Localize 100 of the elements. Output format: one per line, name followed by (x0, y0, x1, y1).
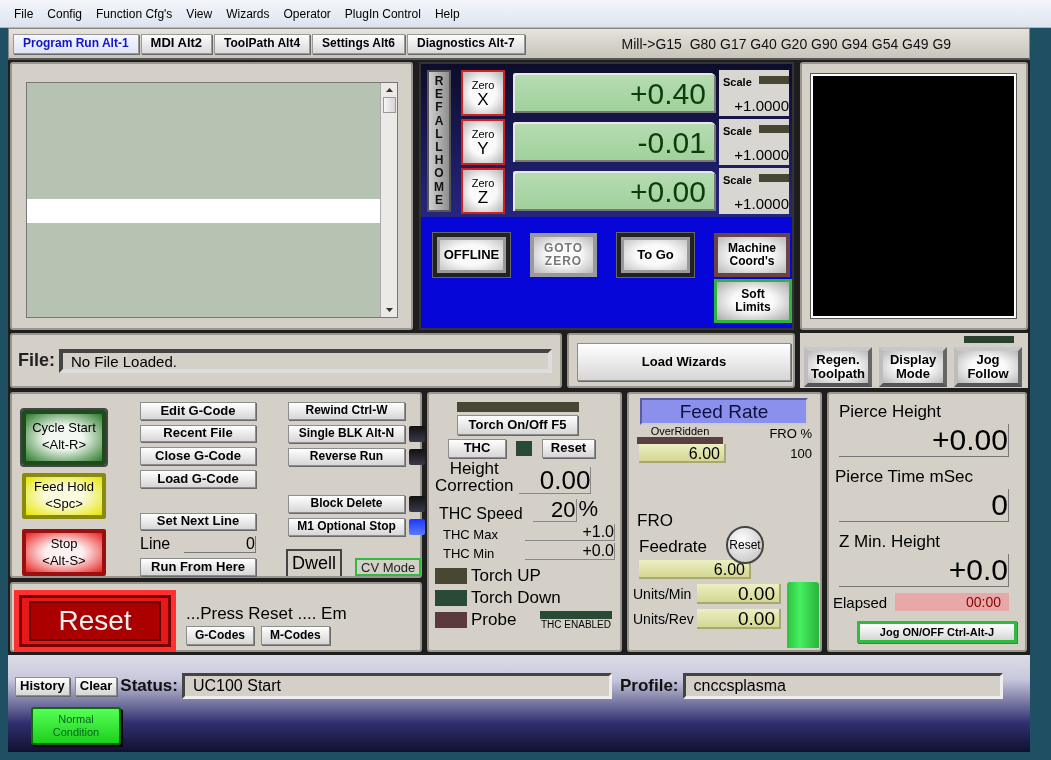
scale-box: Scale +1.0000 (719, 119, 789, 165)
feedrate-field[interactable]: 6.00 (639, 560, 751, 579)
profile-label: Profile: (619, 676, 679, 696)
field-label: Z Min. Height (839, 532, 942, 552)
tab[interactable]: Settings Alt6 (312, 33, 405, 54)
indicator-label: Torch UP (471, 566, 541, 586)
tab[interactable]: Diagnostics Alt-7 (407, 33, 525, 54)
toggle-button[interactable]: M1 Optional Stop (288, 518, 405, 536)
value-field[interactable]: +0.00 (839, 424, 1009, 457)
file-button[interactable]: Recent File (140, 424, 256, 443)
scale-box: Scale +1.0000 (719, 70, 789, 116)
cycle-start-button[interactable]: Cycle Start <Alt-R> (22, 410, 106, 465)
scale-box: Scale +1.0000 (719, 168, 789, 214)
status-message: ...Press Reset .... Em (186, 604, 347, 624)
field-label: THC Min (443, 547, 495, 560)
tab[interactable]: Program Run Alt-1 (13, 33, 139, 54)
elapsed-field: 00:00 (895, 593, 1009, 611)
menu-item[interactable]: Help (427, 7, 467, 21)
zero-button[interactable]: Zero Z (461, 168, 505, 214)
value-field[interactable]: 20 (532, 499, 577, 522)
indicator-label: OverRidden (650, 426, 710, 437)
view-button[interactable]: Regen. Toolpath (804, 347, 872, 387)
condition-button[interactable]: Normal Condition (31, 707, 121, 745)
jog-toggle-button[interactable]: Jog ON/OFF Ctrl-Alt-J (857, 621, 1017, 643)
load-wizards-button[interactable]: Load Wizards (577, 343, 791, 381)
toggle-button[interactable]: Reverse Run (288, 448, 405, 466)
profile-field: cnccsplasma (682, 673, 1003, 699)
dro-button[interactable]: To Go (617, 233, 694, 277)
menu-item[interactable]: PlugIn Control (337, 7, 428, 21)
value-field[interactable]: 0 (839, 489, 1009, 522)
history-button[interactable]: History (15, 676, 70, 696)
zero-button[interactable]: Zero X (461, 70, 505, 116)
modal-status-text: Mill->G15 G80 G17 G40 G20 G90 G94 G54 G49 G9 (621, 35, 952, 52)
line-field[interactable]: 0 (184, 536, 256, 554)
field-label: THC Max (443, 528, 498, 541)
units-label: Units/Min (633, 586, 693, 602)
indicator-label: Probe (471, 610, 517, 630)
file-label: File: (18, 350, 55, 371)
menu-item[interactable]: Wizards (219, 7, 277, 21)
zero-button[interactable]: Zero Y (461, 119, 505, 165)
cv-mode-indicator: CV Mode (355, 558, 422, 576)
units-rev-field: 0.00 (697, 609, 781, 629)
ref-all-home-button[interactable]: REF ALL HOME (427, 70, 451, 212)
fro-percent-label: FRO % (769, 426, 812, 443)
torch-button[interactable]: Torch On/Off F5 (457, 415, 578, 435)
file-button[interactable]: Close G-Code (140, 447, 256, 466)
soft-limits-button[interactable]: Soft Limits (714, 279, 792, 323)
indicator-label: THC ENABLED (541, 619, 611, 630)
thc-button[interactable]: THC (448, 439, 506, 458)
menu-item[interactable]: Config (40, 7, 90, 21)
programmed-feed-field: 6.00 (639, 444, 726, 463)
value-field[interactable]: +1.0 (525, 524, 615, 541)
line-label: Line (140, 535, 171, 554)
axis-readout: -0.01 (513, 122, 716, 162)
clear-button[interactable]: Clear (74, 676, 118, 696)
field-label: Pierce Height (839, 402, 943, 422)
menu-item[interactable]: Operator (276, 7, 338, 21)
units-min-field: 0.00 (697, 584, 781, 604)
set-next-line-button[interactable]: Set Next Line (140, 512, 256, 531)
field-label: THC Speed (439, 506, 523, 522)
axis-readout: +0.40 (513, 73, 716, 113)
toggle-button[interactable]: Rewind Ctrl-W (288, 402, 405, 420)
fro-label: FRO (637, 511, 674, 531)
menu-item[interactable]: View (179, 7, 220, 21)
view-button[interactable]: Jog Follow (954, 347, 1022, 387)
menu-item[interactable]: File (7, 7, 41, 21)
elapsed-label: Elapsed (833, 593, 888, 611)
dro-button[interactable]: Machine Coord's (714, 233, 790, 277)
toggle-button[interactable]: Single BLK Alt-N (288, 425, 405, 443)
fro-reset-button[interactable]: Reset (726, 526, 764, 564)
units-label: Units/Rev (633, 611, 695, 627)
value-field[interactable]: 0.00 (519, 467, 592, 494)
fro-value: 100 (790, 446, 812, 461)
file-button[interactable]: Load G-Code (140, 470, 256, 488)
field-label: Height Correction (435, 460, 514, 494)
reset-button[interactable]: Reset (14, 590, 176, 652)
tab[interactable]: ToolPath Alt4 (214, 33, 311, 54)
value-field[interactable]: +0.0 (839, 554, 1009, 587)
run-from-here-button[interactable]: Run From Here (140, 558, 256, 577)
tab[interactable]: MDI Alt2 (140, 33, 213, 54)
feedrate-label: Feedrate (639, 537, 708, 557)
status-field: UC100 Start (181, 673, 612, 699)
feed-rate-title: Feed Rate (640, 398, 808, 425)
thc-reset-button[interactable]: Reset (542, 439, 595, 458)
unit-label: % (578, 496, 599, 522)
code-list-button[interactable]: M-Codes (261, 626, 330, 645)
toggle-button[interactable]: Block Delete (288, 495, 405, 513)
file-field: No File Loaded. (59, 348, 552, 373)
stop-button[interactable]: Stop <Alt-S> (22, 529, 106, 576)
menu-item[interactable]: Function Cfg's (89, 7, 180, 21)
code-list-button[interactable]: G-Codes (186, 626, 254, 645)
axis-readout: +0.00 (513, 171, 716, 211)
view-button[interactable]: Display Mode (879, 347, 947, 387)
file-button[interactable]: Edit G-Code (140, 402, 256, 420)
scroll-thumb[interactable] (382, 97, 396, 113)
dro-button[interactable]: OFFLINE (433, 233, 510, 277)
dro-button[interactable]: GOTO ZERO (529, 233, 598, 277)
feed-hold-button[interactable]: Feed Hold <Spc> (22, 472, 106, 520)
value-field[interactable]: +0.0 (525, 543, 615, 560)
scrollbar[interactable] (380, 83, 397, 317)
